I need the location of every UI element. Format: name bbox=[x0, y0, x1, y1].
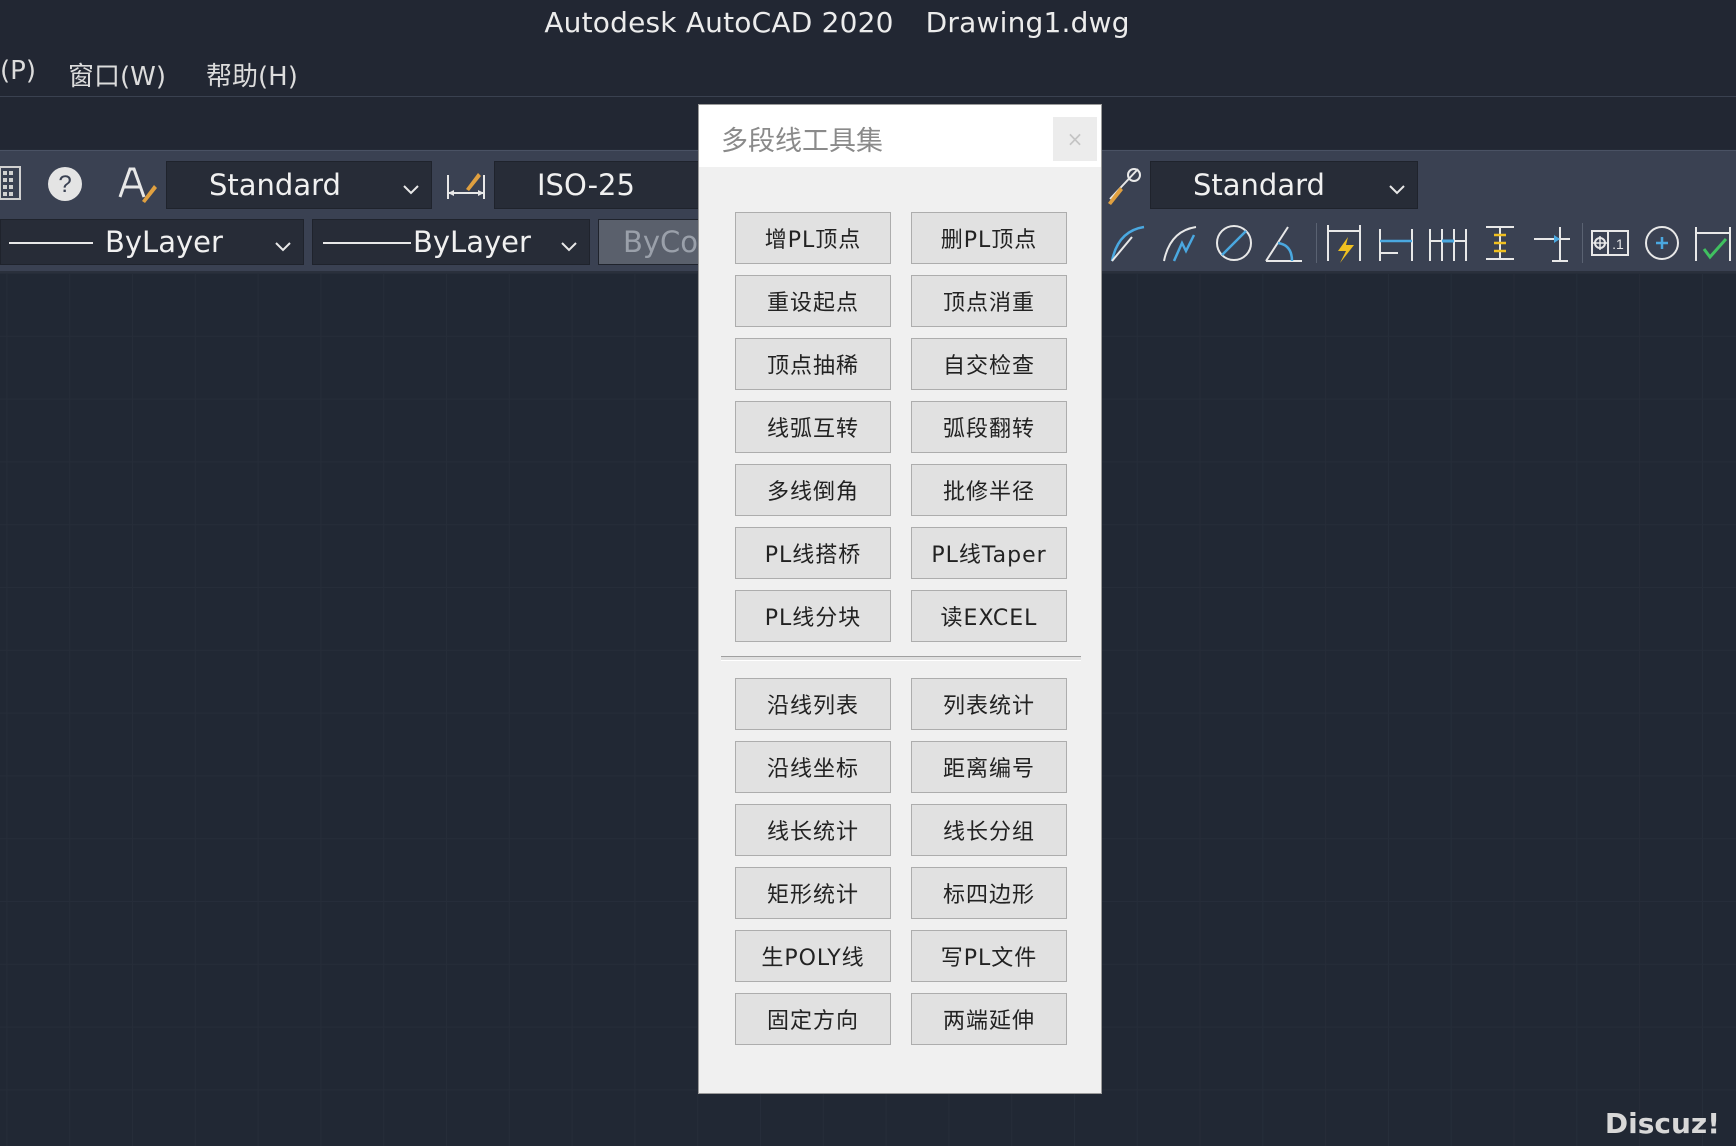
help-glyph: ? bbox=[58, 171, 71, 198]
chevron-down-icon bbox=[403, 168, 419, 202]
close-icon: × bbox=[1066, 127, 1084, 151]
svg-text:.1: .1 bbox=[1612, 236, 1624, 252]
distance-number-button[interactable]: 距离编号 bbox=[911, 741, 1067, 793]
along-list-button[interactable]: 沿线列表 bbox=[735, 678, 891, 730]
dim-jogged-icon[interactable] bbox=[1160, 221, 1204, 265]
polyline-tools-dialog: 多段线工具集 × 增PL顶点 删PL顶点 重设起点 顶点消重 顶点抽稀 自交检查… bbox=[698, 104, 1102, 1094]
text-style-icon[interactable] bbox=[116, 163, 160, 205]
close-button[interactable]: × bbox=[1053, 117, 1097, 161]
reset-start-button[interactable]: 重设起点 bbox=[735, 275, 891, 327]
gen-poly-button[interactable]: 生POLY线 bbox=[735, 930, 891, 982]
toolbar-separator bbox=[1582, 223, 1583, 263]
document-name: Drawing1.dwg bbox=[925, 5, 1130, 39]
self-intersect-check-button[interactable]: 自交检查 bbox=[911, 338, 1067, 390]
arc-flip-button[interactable]: 弧段翻转 bbox=[911, 401, 1067, 453]
tool-group-vertex: 增PL顶点 删PL顶点 重设起点 顶点消重 顶点抽稀 自交检查 线弧互转 弧段翻… bbox=[735, 212, 1069, 642]
batch-radius-button[interactable]: 批修半径 bbox=[911, 464, 1067, 516]
add-vertex-button[interactable]: 增PL顶点 bbox=[735, 212, 891, 264]
dim-style-select[interactable]: ISO-25 bbox=[494, 161, 704, 209]
multi-chamfer-button[interactable]: 多线倒角 bbox=[735, 464, 891, 516]
dim-angular-icon[interactable] bbox=[1262, 221, 1306, 265]
dialog-title: 多段线工具集 bbox=[721, 126, 883, 157]
dedupe-vertex-button[interactable]: 顶点消重 bbox=[911, 275, 1067, 327]
dim-arc-length-icon[interactable] bbox=[1108, 221, 1152, 265]
dim-space-icon[interactable] bbox=[1478, 221, 1522, 265]
extend-ends-button[interactable]: 两端延伸 bbox=[911, 993, 1067, 1045]
menu-item-plot[interactable]: (P) bbox=[0, 56, 36, 86]
inspect-icon[interactable] bbox=[1690, 221, 1734, 265]
read-excel-button[interactable]: 读EXCEL bbox=[911, 590, 1067, 642]
lineweight-swatch bbox=[323, 242, 411, 244]
thin-vertex-button[interactable]: 顶点抽稀 bbox=[735, 338, 891, 390]
watermark: Discuz! bbox=[1604, 1107, 1720, 1140]
length-stats-button[interactable]: 线长统计 bbox=[735, 804, 891, 856]
help-icon[interactable]: ? bbox=[46, 165, 84, 203]
menu-bar: (P) 窗口(W) 帮助(H) bbox=[0, 46, 1736, 97]
group-divider bbox=[721, 656, 1081, 661]
line-arc-convert-button[interactable]: 线弧互转 bbox=[735, 401, 891, 453]
dim-style-icon[interactable] bbox=[446, 165, 488, 203]
dim-diameter-icon[interactable] bbox=[1212, 221, 1256, 265]
pl-taper-button[interactable]: PL线Taper bbox=[911, 527, 1067, 579]
dialog-header[interactable]: 多段线工具集 × bbox=[699, 105, 1101, 167]
chevron-down-icon bbox=[561, 225, 577, 259]
calculator-icon[interactable] bbox=[0, 165, 22, 201]
write-pl-file-button[interactable]: 写PL文件 bbox=[911, 930, 1067, 982]
mark-quad-button[interactable]: 标四边形 bbox=[911, 867, 1067, 919]
linetype-swatch bbox=[9, 242, 93, 244]
menu-item-window[interactable]: 窗口(W) bbox=[68, 56, 166, 93]
dim-quick-icon[interactable] bbox=[1322, 221, 1366, 265]
table-style-select[interactable]: Standard bbox=[1150, 161, 1418, 209]
toolbar-separator bbox=[1316, 223, 1317, 263]
along-coords-button[interactable]: 沿线坐标 bbox=[735, 741, 891, 793]
dim-baseline-icon[interactable] bbox=[1374, 221, 1418, 265]
tolerance-icon[interactable]: .1 bbox=[1588, 221, 1632, 265]
tool-group-stats: 沿线列表 列表统计 沿线坐标 距离编号 线长统计 线长分组 矩形统计 标四边形 … bbox=[735, 678, 1069, 1045]
dim-break-icon[interactable] bbox=[1530, 221, 1574, 265]
delete-vertex-button[interactable]: 删PL顶点 bbox=[911, 212, 1067, 264]
center-mark-icon[interactable] bbox=[1640, 221, 1684, 265]
pl-split-button[interactable]: PL线分块 bbox=[735, 590, 891, 642]
lineweight-value: ByLayer bbox=[413, 225, 531, 259]
text-style-select[interactable]: Standard bbox=[166, 161, 432, 209]
dim-continue-icon[interactable] bbox=[1426, 221, 1470, 265]
chevron-down-icon bbox=[275, 225, 291, 259]
text-style-value: Standard bbox=[209, 168, 341, 202]
rect-stats-button[interactable]: 矩形统计 bbox=[735, 867, 891, 919]
linetype-value: ByLayer bbox=[105, 225, 223, 259]
length-group-button[interactable]: 线长分组 bbox=[911, 804, 1067, 856]
title-bar: Autodesk AutoCAD 2020 Drawing1.dwg bbox=[0, 0, 1736, 46]
dim-style-value: ISO-25 bbox=[537, 168, 635, 202]
pl-bridge-button[interactable]: PL线搭桥 bbox=[735, 527, 891, 579]
list-stats-button[interactable]: 列表统计 bbox=[911, 678, 1067, 730]
chevron-down-icon bbox=[1389, 168, 1405, 202]
lineweight-select[interactable]: ByLayer bbox=[312, 219, 590, 265]
menu-item-help[interactable]: 帮助(H) bbox=[206, 56, 298, 93]
table-style-value: Standard bbox=[1193, 168, 1325, 202]
window-title: Autodesk AutoCAD 2020 Drawing1.dwg bbox=[544, 6, 1129, 39]
fix-direction-button[interactable]: 固定方向 bbox=[735, 993, 891, 1045]
app-title: Autodesk AutoCAD 2020 bbox=[544, 5, 894, 39]
linetype-select[interactable]: ByLayer bbox=[0, 219, 304, 265]
table-style-icon[interactable] bbox=[1104, 163, 1144, 205]
